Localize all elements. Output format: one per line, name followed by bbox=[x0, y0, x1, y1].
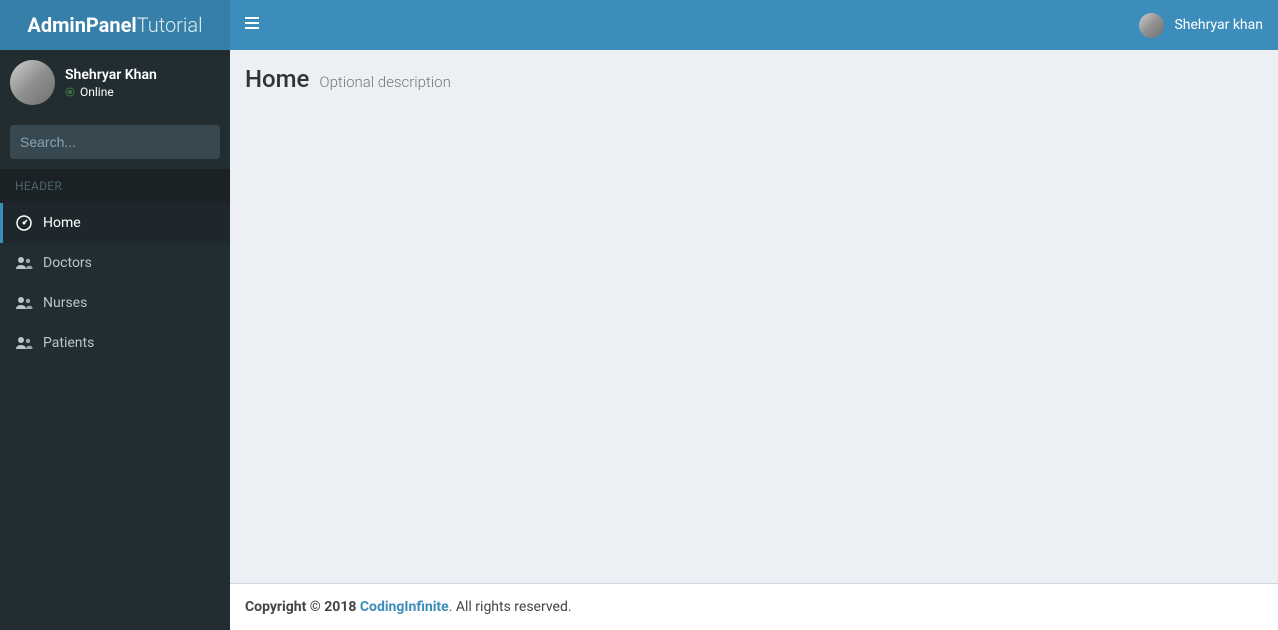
sidebar-search-form bbox=[0, 115, 230, 169]
main-area: Shehryar khan Home Optional description … bbox=[230, 0, 1278, 630]
footer-copyright: Copyright © 2018 CodingInfinite bbox=[245, 599, 449, 615]
sidebar-toggle-button[interactable] bbox=[230, 0, 274, 50]
user-status-text: Online bbox=[80, 85, 114, 99]
sidebar-item-label: Nurses bbox=[43, 295, 87, 311]
brand-light: Tutorial bbox=[137, 13, 203, 37]
sidebar-item-patients[interactable]: Patients bbox=[0, 323, 230, 363]
sidebar-user-panel: Shehryar Khan Online bbox=[0, 50, 230, 115]
search-input[interactable] bbox=[10, 125, 211, 159]
footer: Copyright © 2018 CodingInfinite. All rig… bbox=[230, 583, 1278, 630]
user-status[interactable]: Online bbox=[65, 85, 157, 99]
sidebar-item-nurses[interactable]: Nurses bbox=[0, 283, 230, 323]
users-icon bbox=[15, 256, 33, 270]
search-button[interactable] bbox=[211, 125, 220, 159]
dashboard-icon bbox=[15, 215, 33, 231]
topbar: Shehryar khan bbox=[230, 0, 1278, 50]
content-body bbox=[230, 93, 1278, 583]
content-header: Home Optional description bbox=[230, 50, 1278, 93]
sidebar-section-header: HEADER bbox=[0, 169, 230, 203]
sidebar-menu: Home Doctors bbox=[0, 203, 230, 363]
footer-suffix: . All rights reserved. bbox=[449, 599, 572, 615]
sidebar: AdminPanelTutorial Shehryar Khan Online bbox=[0, 0, 230, 630]
page-title: Home bbox=[245, 65, 309, 93]
sidebar-item-label: Home bbox=[43, 215, 81, 231]
page-description: Optional description bbox=[319, 73, 450, 91]
sidebar-item-label: Patients bbox=[43, 335, 94, 351]
topbar-user-name: Shehryar khan bbox=[1174, 17, 1263, 33]
topbar-avatar bbox=[1139, 13, 1164, 38]
users-icon bbox=[15, 296, 33, 310]
user-avatar[interactable] bbox=[10, 60, 55, 105]
topbar-user-menu[interactable]: Shehryar khan bbox=[1124, 13, 1278, 38]
users-icon bbox=[15, 336, 33, 350]
brand-bold: AdminPanel bbox=[27, 13, 136, 37]
online-status-icon bbox=[65, 87, 75, 97]
user-name: Shehryar Khan bbox=[65, 67, 157, 83]
brand-logo[interactable]: AdminPanelTutorial bbox=[0, 0, 230, 50]
sidebar-item-doctors[interactable]: Doctors bbox=[0, 243, 230, 283]
footer-link[interactable]: CodingInfinite bbox=[360, 599, 449, 615]
hamburger-icon bbox=[245, 16, 259, 35]
sidebar-item-home[interactable]: Home bbox=[0, 203, 230, 243]
sidebar-item-label: Doctors bbox=[43, 255, 92, 271]
